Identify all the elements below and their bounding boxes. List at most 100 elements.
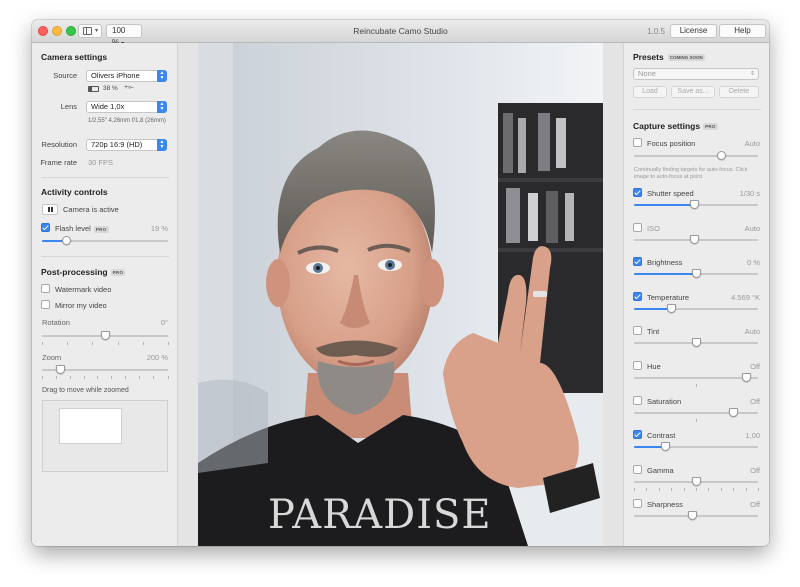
- slider-fill: [634, 308, 672, 310]
- temperature-label: Temperature: [647, 293, 690, 302]
- shutter-speed-checkbox[interactable]: [633, 188, 642, 197]
- brightness-checkbox[interactable]: [633, 257, 642, 266]
- tint-label: Tint: [647, 327, 660, 336]
- sharpness-checkbox[interactable]: [633, 499, 642, 508]
- rotation-ticks: [42, 342, 169, 345]
- slider-knob[interactable]: [688, 511, 698, 520]
- sharpness-slider[interactable]: [634, 511, 758, 520]
- slider-knob[interactable]: [667, 304, 677, 313]
- preset-value: None: [638, 69, 656, 78]
- select-stepper-icon: ▲ ▼: [157, 101, 167, 113]
- sharpness-value: Off: [750, 500, 760, 509]
- rotation-slider[interactable]: [42, 331, 168, 340]
- zoom-pan-area[interactable]: [42, 400, 168, 472]
- select-stepper-icon: ▲ ▼: [157, 70, 167, 82]
- saturation-checkbox[interactable]: [633, 396, 642, 405]
- gamma-checkbox[interactable]: [633, 465, 642, 474]
- flash-level-slider[interactable]: [42, 236, 168, 245]
- iso-value: Auto: [744, 224, 760, 233]
- temperature-slider[interactable]: [634, 304, 758, 313]
- brightness-slider[interactable]: [634, 269, 758, 278]
- slider-knob[interactable]: [661, 442, 670, 451]
- rotation-label: Rotation: [42, 318, 70, 327]
- slider-fill: [634, 273, 696, 275]
- presets-text: Presets: [633, 52, 664, 62]
- preset-select[interactable]: None ⇕: [633, 68, 759, 80]
- contrast-checkbox[interactable]: [633, 430, 642, 439]
- tint-checkbox[interactable]: [633, 326, 642, 335]
- mirror-checkbox[interactable]: [41, 300, 50, 309]
- temperature-value: 4.569 °K: [731, 293, 760, 302]
- app-window: ▾ 100 %▾ Reincubate Camo Studio 1.0.5 Li…: [32, 20, 769, 546]
- usb-icon: +⟜: [124, 84, 134, 91]
- slider-knob[interactable]: [692, 338, 701, 347]
- temperature-checkbox[interactable]: [633, 292, 642, 301]
- source-select[interactable]: Olivers iPhone ▲ ▼: [86, 70, 167, 82]
- title-bar: ▾ 100 %▾ Reincubate Camo Studio 1.0.5 Li…: [32, 20, 769, 47]
- resolution-select[interactable]: 720p 16:9 (HD) ▲ ▼: [86, 139, 167, 151]
- lens-select[interactable]: Wide 1,0x ▲ ▼: [86, 101, 167, 113]
- contrast-slider[interactable]: [634, 442, 758, 451]
- chevron-updown-icon: ⇕: [749, 71, 755, 77]
- video-preview[interactable]: PARADISE: [198, 43, 603, 546]
- divider: [633, 109, 761, 110]
- saturation-value: Off: [750, 397, 760, 406]
- zoom-ticks: [42, 376, 169, 379]
- zoom-slider[interactable]: [42, 365, 168, 374]
- shutter-speed-slider[interactable]: [634, 200, 758, 209]
- save-preset-button[interactable]: Save as...: [671, 86, 715, 98]
- load-preset-button[interactable]: Load: [633, 86, 667, 98]
- help-button[interactable]: Help: [719, 24, 766, 38]
- iso-checkbox[interactable]: [633, 223, 642, 232]
- slider-knob[interactable]: [689, 200, 699, 209]
- left-sidebar: Camera settings Source Olivers iPhone ▲ ▼…: [32, 43, 178, 546]
- drag-hint: Drag to move while zoomed: [42, 387, 129, 394]
- watermark-label: Watermark video: [55, 285, 112, 294]
- focus-checkbox[interactable]: [633, 138, 642, 147]
- flash-level-text: Flash level: [55, 224, 91, 233]
- focus-label: Focus position: [647, 139, 696, 148]
- pause-button[interactable]: [42, 204, 58, 215]
- flash-level-checkbox[interactable]: [41, 223, 50, 232]
- divider: [41, 256, 169, 257]
- slider-knob[interactable]: [692, 269, 701, 278]
- hue-ticks: [634, 384, 758, 387]
- slider-knob[interactable]: [716, 151, 726, 160]
- pro-badge: PRO: [93, 225, 109, 233]
- brightness-label: Brightness: [647, 258, 683, 267]
- coming-soon-badge: COMING SOON: [667, 54, 705, 62]
- slider-knob[interactable]: [689, 235, 699, 244]
- video-gutter-right: [603, 43, 623, 546]
- focus-slider[interactable]: [634, 151, 758, 160]
- hue-value: Off: [750, 362, 760, 371]
- version-label: 1.0.5: [647, 27, 665, 36]
- contrast-value: 1,00: [745, 431, 760, 440]
- slider-knob[interactable]: [55, 365, 65, 374]
- select-stepper-icon: ▲ ▼: [157, 139, 167, 151]
- watermark-checkbox[interactable]: [41, 284, 50, 293]
- slider-knob[interactable]: [692, 477, 701, 486]
- post-processing-text: Post-processing: [41, 267, 108, 277]
- license-button[interactable]: License: [670, 24, 717, 38]
- delete-preset-button[interactable]: Delete: [719, 86, 759, 98]
- hue-checkbox[interactable]: [633, 361, 642, 370]
- saturation-label: Saturation: [647, 397, 682, 406]
- saturation-slider[interactable]: [634, 408, 758, 417]
- right-sidebar: Presets COMING SOON None ⇕ Load Save as..…: [623, 43, 769, 546]
- gamma-slider[interactable]: [634, 477, 758, 486]
- hue-slider[interactable]: [634, 373, 758, 382]
- focus-value: Auto: [744, 139, 760, 148]
- framerate-value: 30 FPS: [88, 158, 114, 167]
- slider-knob[interactable]: [101, 331, 110, 340]
- slider-knob[interactable]: [729, 408, 739, 417]
- capture-settings-title: Capture settings PRO: [633, 121, 718, 131]
- tint-value: Auto: [744, 327, 760, 336]
- iso-slider[interactable]: [634, 235, 758, 244]
- slider-knob[interactable]: [61, 236, 71, 245]
- camera-status: Camera is active: [63, 205, 119, 214]
- slider-knob[interactable]: [741, 373, 751, 382]
- focus-hint: Continually finding targets for auto-foc…: [634, 167, 748, 180]
- tint-slider[interactable]: [634, 338, 758, 347]
- zoom-viewport[interactable]: [59, 408, 122, 444]
- gamma-value: Off: [750, 466, 760, 475]
